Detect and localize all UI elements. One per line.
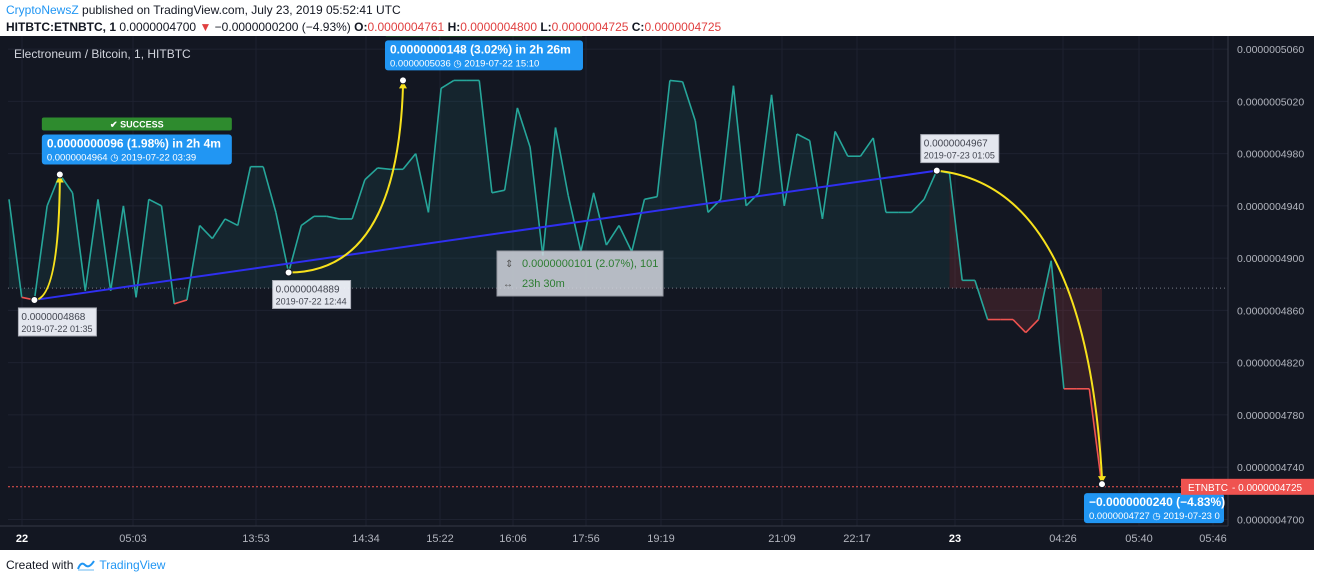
projection-callout: ✔ SUCCESS0.0000000148 (3.02%) in 2h 26m0… (384, 36, 583, 71)
point-label-date: 2019-07-22 01:35 (21, 324, 92, 334)
down-arrow-icon: ▼ (199, 20, 212, 34)
projection-callout: −0.0000000240 (−4.83%) 0.0000004727 ◷ 201… (1084, 493, 1225, 524)
measure-price-icon: ⇕ (505, 259, 513, 270)
x-tick-label: 22 (16, 533, 28, 545)
x-tick-label: 21:09 (768, 533, 796, 545)
anchor-point (284, 268, 293, 277)
success-badge-text: ✔ SUCCESS (110, 120, 164, 130)
low-label: L: (540, 20, 552, 34)
y-tick-label: 0.0000004900 (1237, 253, 1304, 265)
last-price-tag-value: - 0.0000004725 (1232, 483, 1303, 494)
y-tick-label: 0.0000004940 (1237, 201, 1304, 213)
measure-time-icon: ↔ (503, 279, 513, 290)
created-with-text: Created with (6, 558, 74, 572)
callout-detail: 0.0000005036 ◷ 2019-07-22 15:10 (390, 58, 539, 69)
callout-headline: 0.0000000148 (3.02%) in 2h 26m (390, 42, 571, 56)
x-tick-label: 13:53 (242, 533, 270, 545)
x-tick-label: 16:06 (499, 533, 527, 545)
close-value: 0.0000004725 (644, 20, 722, 34)
publish-info: CryptoNewsZ published on TradingView.com… (6, 3, 401, 17)
measure-box: ⇕ 0.0000000101 (2.07%), 101 ↔ 23h 30m (496, 250, 664, 297)
x-tick-label: 05:40 (1125, 533, 1153, 545)
callout-headline: 0.0000000096 (1.98%) in 2h 4m (47, 137, 221, 151)
measure-line1: 0.0000000101 (2.07%), 101 (522, 258, 658, 270)
callout-detail: 0.0000004727 ◷ 2019-07-23 0 (1089, 511, 1220, 522)
x-tick-label: 22:17 (843, 533, 871, 545)
chart-title: Electroneum / Bitcoin, 1, HITBTC (14, 47, 191, 61)
brand-link[interactable]: CryptoNewsZ (6, 3, 79, 17)
last-price-tag-symbol: ETNBTC (1188, 483, 1228, 494)
high-value: 0.0000004800 (460, 20, 537, 34)
low-value: 0.0000004725 (551, 20, 629, 34)
x-tick-label: 14:34 (352, 533, 380, 545)
point-label: 0.00000048892019-07-22 12:44 (272, 280, 352, 310)
point-label-date: 2019-07-23 01:05 (924, 151, 995, 161)
y-tick-label: 0.0000004980 (1237, 149, 1304, 161)
tradingview-logo-icon (77, 560, 96, 571)
chart-panel[interactable]: 0.0000004868 2019-07-22 01:35 0.0000004889… (0, 36, 1314, 550)
measure-line2: 23h 30m (522, 278, 565, 290)
point-label-price: 0.0000004889 (276, 285, 340, 296)
publish-text: published on TradingView.com, July 23, 2… (78, 3, 401, 17)
y-tick-label: 0.0000004740 (1237, 462, 1304, 474)
projection-callout: ✔ SUCCESS 0.0000000096 (1.98%) in 2h 4m 0.… (41, 117, 232, 165)
x-tick-label: 23 (949, 533, 961, 545)
callout-headline: −0.0000000240 (−4.83%) (1089, 495, 1225, 509)
y-tick-label: 0.0000004860 (1237, 305, 1304, 317)
price-chart[interactable]: 0.00000048682019-07-22 01:35 0.0000004889… (0, 36, 1314, 550)
y-tick-label: 0.0000005020 (1237, 96, 1304, 108)
point-label: 0.00000048682019-07-22 01:35 (17, 307, 97, 337)
open-value: 0.0000004761 (367, 20, 445, 34)
symbol-label: HITBTC:ETNBTC, 1 (6, 20, 116, 34)
y-tick-label: 0.0000004780 (1237, 410, 1304, 422)
anchor-point (932, 166, 941, 175)
anchor-point (1098, 480, 1106, 489)
x-tick-label: 17:56 (572, 533, 600, 545)
point-label: 0.00000049672019-07-23 01:05 (920, 134, 1000, 164)
footer: Created with TradingView (6, 558, 165, 572)
anchor-point (55, 170, 64, 179)
high-label: H: (447, 20, 461, 34)
x-tick-label: 15:22 (426, 533, 454, 545)
anchor-point (30, 295, 39, 304)
last-price: 0.0000004700 (119, 20, 197, 34)
y-tick-label: 0.0000004700 (1237, 514, 1304, 526)
x-tick-label: 19:19 (647, 533, 675, 545)
point-label-price: 0.0000004868 (21, 312, 85, 323)
point-label-date: 2019-07-22 12:44 (276, 297, 347, 307)
change-value: −0.0000000200 (−4.93%) (214, 20, 351, 34)
last-price-tag: ETNBTC - 0.0000004725 (1181, 478, 1314, 495)
x-tick-label: 05:03 (119, 533, 147, 545)
tradingview-link[interactable]: TradingView (99, 558, 165, 572)
y-tick-label: 0.0000004820 (1237, 358, 1304, 370)
ohlc-bar: HITBTC:ETNBTC, 1 0.0000004700 ▼ −0.00000… (6, 20, 721, 34)
x-tick-label: 04:26 (1049, 533, 1077, 545)
callout-detail: 0.0000004964 ◷ 2019-07-22 03:39 (47, 153, 196, 164)
y-tick-label: 0.0000005060 (1237, 44, 1304, 56)
anchor-point (398, 76, 407, 85)
open-label: O: (354, 20, 368, 34)
point-label-price: 0.0000004967 (924, 139, 988, 150)
x-tick-label: 05:46 (1199, 533, 1227, 545)
close-label: C: (631, 20, 645, 34)
